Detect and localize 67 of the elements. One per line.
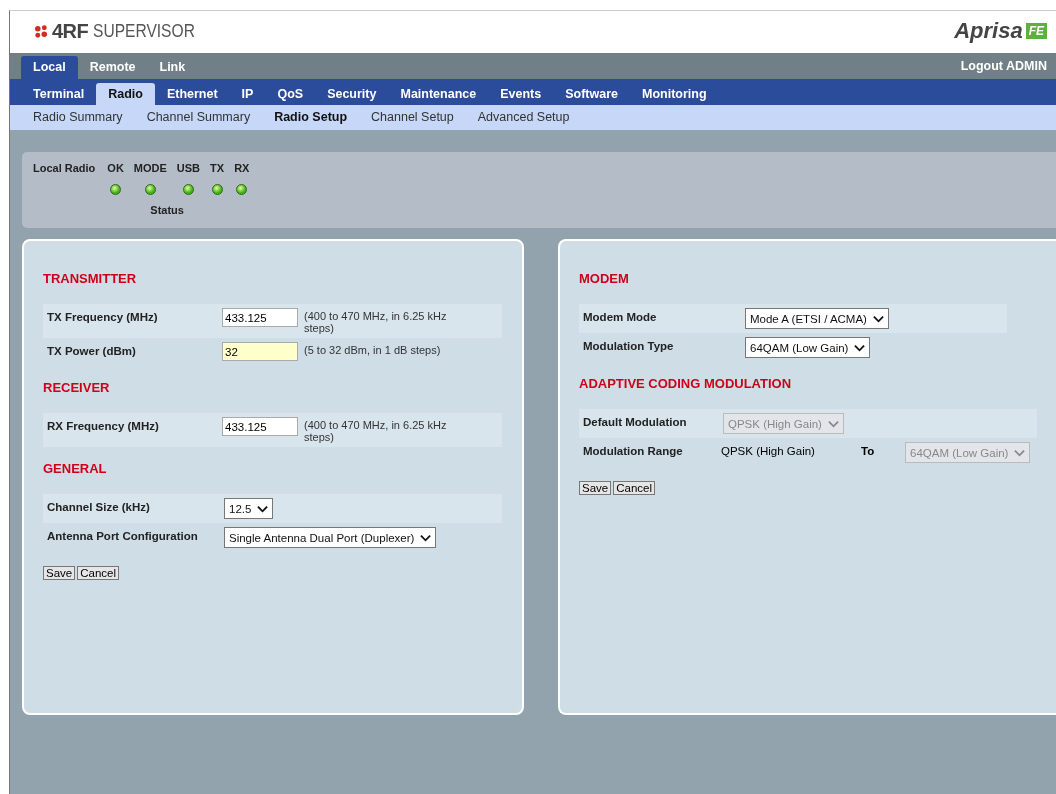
form-button[interactable]: Cancel bbox=[77, 566, 120, 580]
led-label: RX bbox=[234, 162, 250, 174]
caret-icon bbox=[257, 504, 269, 513]
caret-icon bbox=[854, 343, 866, 352]
led-label: USB bbox=[176, 162, 201, 174]
caret-icon bbox=[872, 314, 884, 323]
field-label: Modem Mode bbox=[583, 310, 658, 323]
subnav-tab[interactable]: Radio Summary bbox=[21, 106, 135, 129]
section-heading: RECEIVER bbox=[43, 380, 111, 395]
status-caption: Status bbox=[150, 204, 184, 216]
input-field[interactable]: 32 bbox=[222, 342, 298, 361]
nav-tab[interactable]: Ethernet bbox=[154, 83, 230, 105]
range-start-text: QPSK (High Gain) bbox=[721, 444, 816, 457]
field-label: Channel Size (kHz) bbox=[47, 500, 151, 513]
dropdown[interactable]: 64QAM (Low Gain) bbox=[745, 337, 871, 358]
dots-logo-icon bbox=[34, 24, 49, 38]
caret-icon bbox=[420, 533, 432, 542]
nav-tab[interactable]: Events bbox=[488, 83, 554, 105]
section-heading: GENERAL bbox=[43, 461, 108, 476]
section-heading: ADAPTIVE CODING MODULATION bbox=[579, 376, 793, 391]
section-heading: TRANSMITTER bbox=[43, 271, 138, 286]
nav-tab[interactable]: QoS bbox=[265, 83, 316, 105]
input-field[interactable]: 433.125 bbox=[222, 417, 298, 436]
caret-icon bbox=[827, 419, 839, 428]
nav-tab[interactable]: IP bbox=[229, 83, 266, 105]
hint-text: (400 to 470 MHz, in 6.25 kHz steps) bbox=[304, 418, 448, 443]
led-label: TX bbox=[210, 162, 225, 174]
form-button[interactable]: Save bbox=[43, 566, 76, 580]
subnav-tab[interactable]: Radio Setup bbox=[262, 106, 360, 129]
nav-tab[interactable]: Radio bbox=[96, 83, 155, 105]
field-label: Modulation Type bbox=[583, 339, 675, 352]
led-label: OK bbox=[107, 162, 124, 174]
subnav-tab[interactable]: Advanced Setup bbox=[465, 106, 582, 129]
field-label: TX Frequency (MHz) bbox=[47, 310, 159, 323]
form-button[interactable]: Cancel bbox=[613, 481, 656, 495]
logout-link[interactable]: Logout ADMIN bbox=[960, 54, 1056, 78]
nav-tab[interactable]: Security bbox=[315, 83, 389, 105]
subnav-tab[interactable]: Channel Setup bbox=[359, 106, 466, 129]
brand-logo-text: Aprisa bbox=[954, 18, 1023, 44]
status-label: Local Radio bbox=[33, 162, 96, 176]
section-heading: MODEM bbox=[579, 271, 630, 286]
hint-text: (400 to 470 MHz, in 6.25 kHz steps) bbox=[304, 309, 448, 334]
field-label: RX Frequency (MHz) bbox=[47, 419, 160, 432]
field-label: TX Power (dBm) bbox=[47, 344, 137, 357]
dropdown[interactable]: Single Antenna Dual Port (Duplexer) bbox=[224, 527, 437, 548]
nav-tab[interactable]: Maintenance bbox=[388, 83, 489, 105]
nav-tab[interactable]: Monitoring bbox=[630, 83, 719, 105]
logo-subtitle: SUPERVISOR bbox=[93, 20, 196, 42]
caret-icon bbox=[1014, 448, 1026, 457]
dropdown[interactable]: Mode A (ETSI / ACMA) bbox=[745, 308, 889, 329]
brand-badge: FE bbox=[1025, 23, 1047, 39]
dropdown[interactable]: 12.5 bbox=[224, 498, 274, 519]
logo-text: 4RF bbox=[52, 19, 89, 43]
field-label: To bbox=[861, 444, 876, 457]
top-tab[interactable]: Remote bbox=[77, 56, 148, 79]
form-button[interactable]: Save bbox=[579, 481, 612, 495]
hint-text: (5 to 32 dBm, in 1 dB steps) bbox=[304, 343, 442, 356]
field-label: Default Modulation bbox=[583, 415, 688, 428]
top-tab[interactable]: Link bbox=[147, 56, 198, 79]
nav-tab[interactable]: Software bbox=[553, 83, 630, 105]
led-label: MODE bbox=[133, 162, 167, 174]
top-tab[interactable]: Local bbox=[21, 56, 78, 79]
subnav-tab[interactable]: Channel Summary bbox=[134, 106, 263, 129]
field-label: Modulation Range bbox=[583, 444, 684, 457]
field-label: Antenna Port Configuration bbox=[47, 529, 199, 542]
nav-tab[interactable]: Terminal bbox=[21, 83, 97, 105]
input-field[interactable]: 433.125 bbox=[222, 308, 298, 327]
